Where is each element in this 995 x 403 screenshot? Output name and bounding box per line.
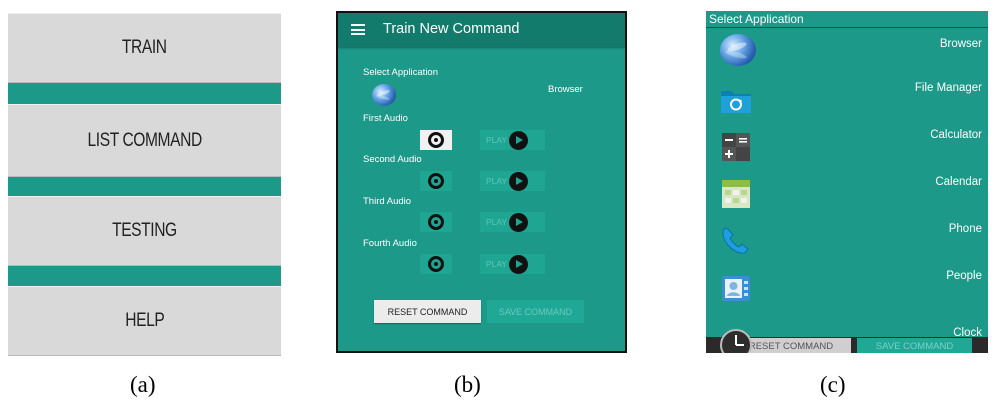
play-icon [509,171,529,191]
caption-c: (c) [820,372,846,397]
record-icon [428,132,444,148]
calculator-icon [722,133,750,161]
app-name: People [946,270,982,282]
app-name: Calendar [935,176,982,188]
play-fourth-audio-button[interactable]: PLAY [480,254,545,274]
folder-icon [721,91,751,113]
play-label: PLAY [486,176,508,186]
contacts-icon [722,276,750,301]
testing-button-label: TESTING [112,220,177,241]
play-icon [509,254,529,274]
app-item-calendar[interactable]: Calendar [706,169,988,215]
app-name: Browser [939,38,982,50]
main-menu-screen: TRAIN LIST COMMAND TESTING HELP [8,13,281,356]
help-button[interactable]: HELP [8,286,281,356]
play-third-audio-button[interactable]: PLAY [480,212,545,232]
selected-app-name: Browser [548,84,583,95]
app-bar: Train New Command [338,13,625,47]
record-third-audio-button[interactable] [420,212,452,232]
second-audio-label: Second Audio [363,154,422,165]
app-item-calculator[interactable]: Calculator [706,122,988,168]
play-label: PLAY [486,135,508,145]
play-second-audio-button[interactable]: PLAY [480,171,545,191]
page-title: Train New Command [383,21,520,37]
hamburger-menu-icon[interactable] [351,24,365,35]
app-name: File Manager [914,82,982,94]
record-first-audio-button[interactable] [420,130,452,150]
first-audio-label: First Audio [363,113,408,124]
train-button[interactable]: TRAIN [8,13,281,83]
play-icon [509,130,529,150]
dialog-title: Select Application [709,12,804,26]
phone-icon [722,227,749,254]
globe-icon [720,34,756,66]
globe-icon[interactable] [372,84,396,106]
list-command-button-label: LIST COMMAND [87,129,202,151]
fourth-audio-label: Fourth Audio [363,238,417,249]
caption-a: (a) [130,372,156,397]
app-name: Calculator [930,129,982,141]
list-command-button[interactable]: LIST COMMAND [8,104,281,177]
train-button-label: TRAIN [122,37,167,58]
play-label: PLAY [486,217,508,227]
train-new-command-screen: Train New Command Select Application Bro… [336,11,627,353]
app-name: Clock [953,327,982,339]
caption-b: (b) [454,372,481,397]
clock-icon [720,329,752,353]
record-icon [428,256,444,272]
app-item-browser[interactable]: Browser [706,29,988,75]
calendar-icon [722,180,750,208]
testing-button[interactable]: TESTING [8,196,281,266]
save-command-button[interactable]: SAVE COMMAND [487,300,584,323]
record-icon [428,214,444,230]
app-item-people[interactable]: People [706,263,988,309]
reset-command-button[interactable]: RESET COMMAND [374,300,481,323]
app-name: Phone [948,223,982,235]
help-button-label: HELP [124,310,165,331]
select-application-label: Select Application [363,67,438,78]
record-second-audio-button[interactable] [420,171,452,191]
app-item-phone[interactable]: Phone [706,216,988,262]
play-icon [509,212,529,232]
play-label: PLAY [486,259,508,269]
divider [706,27,988,28]
third-audio-label: Third Audio [363,196,412,207]
record-fourth-audio-button[interactable] [420,254,452,274]
app-item-file-manager[interactable]: File Manager [706,75,988,121]
select-application-dialog: Select Application Browser File Manager … [706,11,988,353]
app-item-clock[interactable]: Clock [706,316,988,353]
record-icon [428,173,444,189]
play-first-audio-button[interactable]: PLAY [480,130,545,150]
